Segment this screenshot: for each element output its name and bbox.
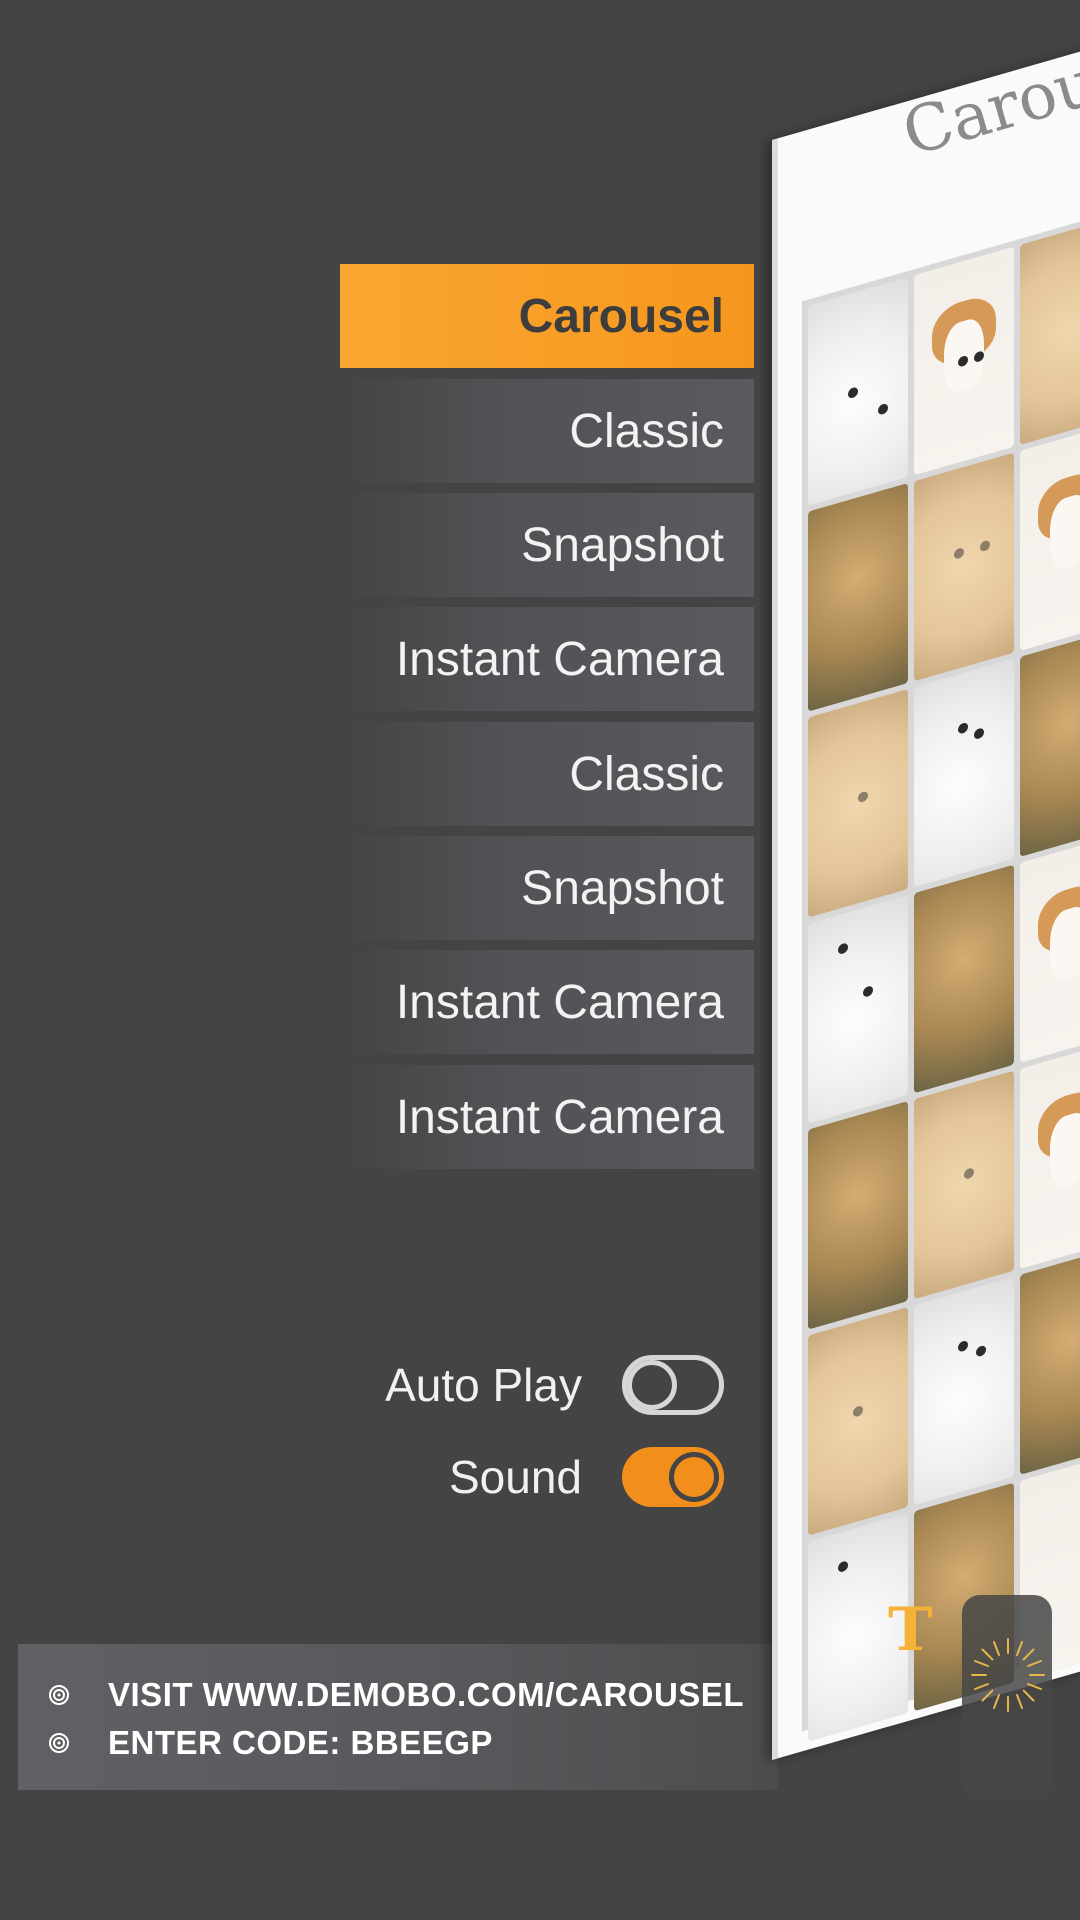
menu-item-label: Classic	[569, 404, 724, 458]
demobo-logo-icon	[49, 1685, 69, 1705]
sound-setting: Sound	[449, 1442, 724, 1512]
demobo-logo-icon	[49, 1733, 69, 1753]
connect-instructions: VISIT WWW.DEMOBO.COM/CAROUSEL ENTER CODE…	[18, 1644, 778, 1790]
menu-item-classic-2[interactable]: Classic	[344, 722, 754, 826]
photo-tile	[808, 1101, 908, 1330]
photo-tile	[1020, 1040, 1080, 1269]
toggle-knob	[627, 1360, 677, 1410]
photo-tile	[914, 658, 1014, 888]
menu-item-classic[interactable]: Classic	[344, 379, 754, 483]
autoplay-toggle[interactable]	[622, 1355, 724, 1415]
menu-item-label: Instant Camera	[395, 632, 724, 686]
menu-item-instant-camera-2[interactable]: Instant Camera	[344, 950, 754, 1054]
enter-code-text: ENTER CODE: BBEEGP	[108, 1724, 493, 1761]
menu-item-instant-camera-3[interactable]: Instant Camera	[344, 1065, 754, 1169]
visit-url-text: VISIT WWW.DEMOBO.COM/CAROUSEL	[108, 1676, 744, 1713]
photo-tile	[808, 1307, 908, 1536]
menu-item-label: Instant Camera	[395, 1090, 724, 1144]
sound-toggle[interactable]	[622, 1447, 724, 1507]
camera-badge[interactable]	[962, 1595, 1052, 1800]
photo-tile	[808, 277, 908, 506]
sound-label: Sound	[448, 1451, 582, 1503]
menu-item-label: Snapshot	[521, 861, 724, 915]
toggle-knob	[669, 1452, 719, 1502]
photo-tile	[914, 246, 1014, 476]
menu-item-carousel[interactable]: Carousel	[340, 264, 754, 368]
photo-tile	[808, 895, 908, 1124]
menu-item-snapshot[interactable]: Snapshot	[344, 493, 754, 597]
photo-tile	[1020, 216, 1080, 445]
menu-item-label: Instant Camera	[395, 975, 724, 1029]
photo-tile	[1020, 628, 1080, 857]
text-tool-icon[interactable]: T	[888, 1595, 933, 1665]
menu-item-snapshot-2[interactable]: Snapshot	[344, 836, 754, 940]
photo-tile	[1020, 422, 1080, 651]
autoplay-setting: Auto Play	[385, 1350, 724, 1420]
photo-tile	[914, 864, 1014, 1094]
photo-tile	[1020, 1246, 1080, 1475]
photo-tile	[914, 1070, 1014, 1300]
menu-item-label: Snapshot	[521, 518, 724, 572]
photo-tile	[808, 483, 908, 712]
carousel-preview: Carouse T	[760, 0, 1080, 1920]
mode-menu: Carousel Classic Snapshot Instant Camera…	[0, 0, 754, 1200]
autoplay-label: Auto Play	[385, 1359, 582, 1411]
menu-item-instant-camera[interactable]: Instant Camera	[344, 607, 754, 711]
photo-grid	[802, 203, 1080, 1742]
menu-item-label: Classic	[569, 747, 724, 801]
sunburst-icon	[971, 1638, 1045, 1712]
photo-tile	[914, 1276, 1014, 1506]
photo-tile	[808, 689, 908, 918]
photo-tile	[1020, 834, 1080, 1063]
menu-item-label: Carousel	[518, 289, 724, 343]
phone-frame	[772, 35, 1080, 1761]
photo-tile	[914, 452, 1014, 682]
